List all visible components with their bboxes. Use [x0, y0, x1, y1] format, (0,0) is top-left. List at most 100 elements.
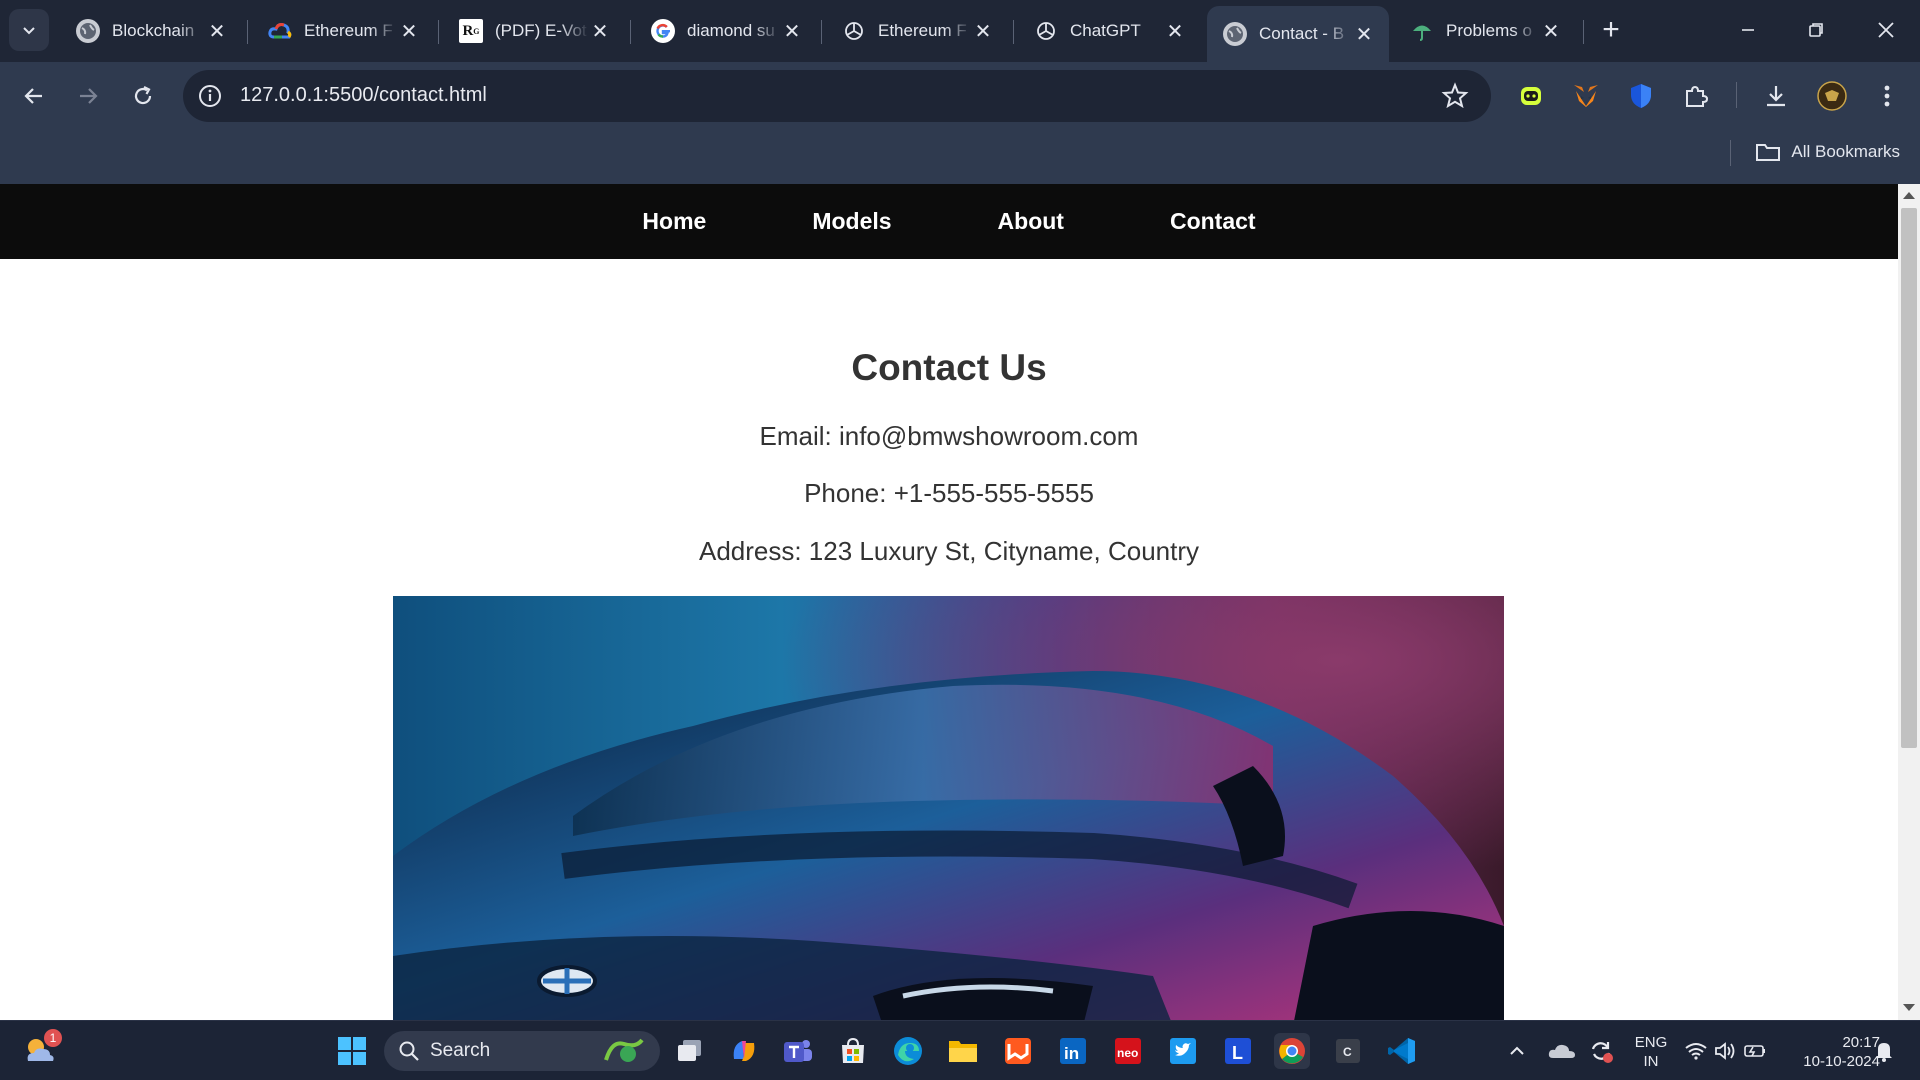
scroll-down-arrow[interactable]: [1903, 1004, 1915, 1011]
vscode-icon[interactable]: [1384, 1033, 1420, 1069]
page-title: Contact Us: [851, 347, 1047, 388]
battery-icon[interactable]: [1742, 1033, 1768, 1069]
scroll-up-arrow[interactable]: [1903, 192, 1915, 199]
bookmark-star-icon[interactable]: [1441, 82, 1469, 110]
close-icon[interactable]: ✕: [1540, 20, 1562, 43]
weather-widget-icon[interactable]: 1: [22, 1029, 62, 1069]
language-indicator[interactable]: ENG IN: [1628, 1033, 1674, 1071]
notification-bell-icon[interactable]: [1870, 1033, 1898, 1069]
all-bookmarks-button[interactable]: All Bookmarks: [1755, 141, 1900, 163]
nav-link-contact[interactable]: Contact: [1170, 208, 1256, 235]
task-view-icon[interactable]: [672, 1033, 708, 1069]
nav-link-models[interactable]: Models: [812, 208, 891, 235]
back-button[interactable]: [14, 76, 54, 116]
tab-strip: Blockchain ✕ Ethereum F ✕ RG (PDF) E-Vot…: [0, 0, 1920, 62]
tab-title: (PDF) E-Vot: [495, 21, 587, 40]
close-icon: [1878, 22, 1894, 38]
profile-avatar[interactable]: [1816, 80, 1848, 112]
close-window-button[interactable]: [1862, 10, 1910, 50]
nav-link-about[interactable]: About: [998, 208, 1064, 235]
tab-chatgpt[interactable]: ChatGPT ✕: [1018, 8, 1200, 54]
copilot-icon[interactable]: [726, 1033, 762, 1069]
tab-divider: [1013, 20, 1014, 44]
openai-icon: [1034, 19, 1058, 43]
close-icon[interactable]: ✕: [1164, 20, 1186, 43]
tab-title: Ethereum F: [304, 21, 393, 40]
close-icon[interactable]: ✕: [781, 20, 803, 43]
tab-contact-active[interactable]: Contact - B ✕: [1207, 6, 1389, 62]
site-navbar: Home Models About Contact: [0, 184, 1898, 259]
chevron-down-icon: [23, 27, 35, 35]
microsoft-store-icon[interactable]: [835, 1033, 871, 1069]
tab-title: diamond su: [687, 21, 775, 40]
tab-diamond[interactable]: diamond su ✕: [635, 8, 817, 54]
edge-icon[interactable]: [890, 1033, 926, 1069]
openai-icon: [842, 19, 866, 43]
volume-icon[interactable]: [1712, 1033, 1738, 1069]
tab-divider: [821, 20, 822, 44]
tab-ethereum-1[interactable]: Ethereum F ✕: [252, 8, 434, 54]
page-scrollbar[interactable]: [1898, 184, 1920, 1020]
office-app-icon[interactable]: [1000, 1033, 1036, 1069]
forward-button[interactable]: [68, 76, 108, 116]
terminal-app-icon[interactable]: C: [1330, 1033, 1366, 1069]
close-icon[interactable]: ✕: [398, 20, 420, 43]
minimize-button[interactable]: [1724, 10, 1772, 50]
url-text[interactable]: 127.0.0.1:5500/contact.html: [240, 84, 487, 107]
taskbar-search[interactable]: Search: [384, 1031, 660, 1071]
metamask-fox-icon[interactable]: [1570, 80, 1602, 112]
close-icon[interactable]: ✕: [589, 20, 611, 43]
address-bar[interactable]: 127.0.0.1:5500/contact.html: [183, 70, 1491, 122]
site-info-icon[interactable]: [197, 83, 223, 109]
twitter-icon[interactable]: [1165, 1033, 1201, 1069]
extensions-puzzle-icon[interactable]: [1680, 80, 1712, 112]
svg-text:neo: neo: [1117, 1046, 1138, 1060]
close-icon[interactable]: ✕: [206, 20, 228, 43]
close-icon[interactable]: ✕: [972, 20, 994, 43]
windows-taskbar: 1 Search in neo L C ENG IN 20:17 10-10-2…: [0, 1020, 1920, 1080]
chrome-icon[interactable]: [1274, 1033, 1310, 1069]
tab-divider: [247, 20, 248, 44]
wifi-icon[interactable]: [1683, 1033, 1709, 1069]
contact-email: Email: info@bmwshowroom.com: [759, 421, 1139, 451]
tab-blockchain[interactable]: Blockchain ✕: [60, 8, 242, 54]
shield-icon[interactable]: [1625, 80, 1657, 112]
toolbar-divider: [1736, 82, 1737, 108]
tab-problems[interactable]: Problems o ✕: [1394, 8, 1576, 54]
arrow-right-icon: [80, 88, 98, 104]
browser-toolbar: 127.0.0.1:5500/contact.html All Bookmark…: [0, 62, 1920, 192]
windows-start-icon[interactable]: [334, 1033, 370, 1069]
new-tab-button[interactable]: +: [1596, 14, 1626, 48]
neo-app-icon[interactable]: neo: [1110, 1033, 1146, 1069]
region-code: IN: [1643, 1053, 1659, 1070]
clock[interactable]: 20:17 10-10-2024: [1780, 1033, 1880, 1071]
l-app-icon[interactable]: L: [1220, 1033, 1256, 1069]
folder-icon: [1756, 144, 1781, 161]
restore-button[interactable]: [1792, 10, 1840, 50]
reload-button[interactable]: [123, 76, 163, 116]
contact-address: Address: 123 Luxury St, Cityname, Countr…: [698, 536, 1199, 566]
sync-icon[interactable]: [1586, 1033, 1616, 1069]
language-code: ENG: [1634, 1034, 1668, 1051]
tab-pdf-evoting[interactable]: RG (PDF) E-Vot ✕: [443, 8, 625, 54]
umbrella-icon: [1410, 19, 1434, 43]
minimize-icon: [1742, 29, 1754, 31]
extension-sentry-icon[interactable]: [1515, 80, 1547, 112]
close-icon[interactable]: ✕: [1353, 23, 1375, 46]
browser-menu-icon[interactable]: [1871, 80, 1903, 112]
clock-date: 10-10-2024: [1803, 1053, 1880, 1070]
linkedin-icon[interactable]: in: [1055, 1033, 1091, 1069]
file-explorer-icon[interactable]: [945, 1033, 981, 1069]
download-icon[interactable]: [1760, 80, 1792, 112]
teams-icon[interactable]: [780, 1033, 816, 1069]
tab-divider: [630, 20, 631, 44]
tab-ethereum-2[interactable]: Ethereum F ✕: [826, 8, 1008, 54]
nav-link-home[interactable]: Home: [642, 208, 706, 235]
scrollbar-thumb[interactable]: [1901, 208, 1917, 748]
globe-icon: [76, 19, 100, 43]
taskbar-search-label: Search: [430, 1040, 491, 1061]
tab-search-button[interactable]: [9, 9, 49, 51]
arrow-left-icon: [24, 88, 42, 104]
onedrive-cloud-icon[interactable]: [1546, 1033, 1578, 1069]
show-hidden-icons-chevron-icon[interactable]: [1505, 1033, 1529, 1069]
